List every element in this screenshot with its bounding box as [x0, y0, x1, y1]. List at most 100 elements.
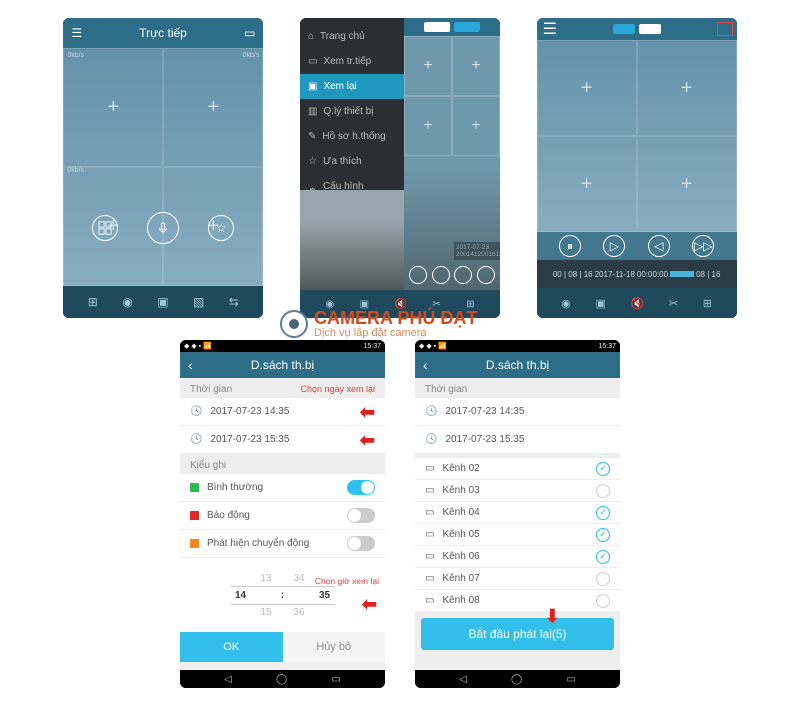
slow-icon[interactable]: ◁: [648, 235, 670, 257]
check-icon[interactable]: ✓: [596, 484, 610, 498]
back-icon[interactable]: ‹: [188, 357, 193, 373]
check-icon[interactable]: ✓: [596, 528, 610, 542]
check-icon[interactable]: ✓: [596, 550, 610, 564]
toggle-normal[interactable]: [347, 480, 375, 495]
volume-icon[interactable]: 🔇: [631, 297, 645, 310]
record-motion-row[interactable]: Phát hiện chuyển động: [180, 530, 385, 558]
grid-cell[interactable]: +: [452, 36, 500, 96]
grid-cell[interactable]: +: [63, 48, 163, 167]
camera-icon[interactable]: ◉: [561, 297, 571, 310]
nav-favorite[interactable]: ☆Ưa thích: [300, 149, 404, 174]
time-from-row[interactable]: 🕓 2017-07-23 14:35 ⬅: [180, 398, 385, 426]
live-grid[interactable]: + + + +: [63, 48, 263, 286]
timeline[interactable]: 2017-07-23 20014120016120018120020000: [454, 242, 500, 260]
layout-icon[interactable]: [92, 215, 118, 241]
grid-icon[interactable]: ⊞: [703, 297, 712, 310]
grid-cell[interactable]: +: [452, 96, 500, 156]
recent-softkey-icon[interactable]: ▭: [331, 674, 340, 685]
nav-label: Trang chủ: [320, 31, 365, 42]
nav-home[interactable]: ⌂Trang chủ: [300, 24, 404, 49]
check-icon[interactable]: ✓: [596, 572, 610, 586]
camera-icon[interactable]: ◉: [122, 295, 132, 309]
time-to-row[interactable]: 🕓 2017-07-23 15:35: [415, 426, 620, 454]
android-navbar: ◁ ◯ ▭: [180, 670, 385, 688]
toggle-motion[interactable]: [347, 536, 375, 551]
check-icon[interactable]: ✓: [596, 594, 610, 608]
time-to-row[interactable]: 🕓 2017-07-23 15:35 ⬅: [180, 426, 385, 454]
cancel-button[interactable]: Hủy bỏ: [283, 632, 386, 662]
grid-cell[interactable]: +: [163, 48, 263, 167]
display-icon[interactable]: ▭: [244, 26, 255, 40]
home-softkey-icon[interactable]: ◯: [276, 674, 287, 685]
record-indicator-icon[interactable]: [717, 22, 733, 36]
right-grid[interactable]: + + + +: [404, 36, 500, 156]
channel-row[interactable]: ▭Kênh 07✓: [415, 568, 620, 590]
play-icon[interactable]: ▷: [603, 235, 625, 257]
grid-cell[interactable]: +: [537, 136, 637, 232]
grid-cell[interactable]: +: [637, 40, 737, 136]
swap-icon[interactable]: ⇆: [229, 295, 239, 309]
back-softkey-icon[interactable]: ◁: [459, 674, 467, 685]
channel-row[interactable]: ▭Kênh 02✓: [415, 458, 620, 480]
channel-row[interactable]: ▭Kênh 05✓: [415, 524, 620, 546]
grid-cell[interactable]: +: [637, 136, 737, 232]
ctrl-icon[interactable]: [454, 266, 472, 284]
channel-row[interactable]: ▭Kênh 03✓: [415, 480, 620, 502]
timeline-segment[interactable]: [670, 271, 694, 277]
check-icon[interactable]: ✓: [596, 462, 610, 476]
menu-icon[interactable]: ☰: [543, 19, 557, 39]
page-header: ‹ D.sách th.bị: [415, 352, 620, 378]
status-time: 15:37: [363, 343, 381, 350]
nav-playback[interactable]: ▣Xem lại: [300, 74, 404, 99]
playback-grid[interactable]: + + + +: [537, 40, 737, 232]
tab-picture[interactable]: [454, 22, 480, 32]
mode-tabs[interactable]: [404, 18, 500, 36]
mic-icon[interactable]: [147, 212, 179, 244]
record-normal-row[interactable]: Bình thường: [180, 474, 385, 502]
time-value: 2017-07-23 14:35: [445, 406, 610, 417]
menu-icon[interactable]: ☰: [71, 26, 82, 40]
home-softkey-icon[interactable]: ◯: [511, 674, 522, 685]
tab-playback[interactable]: [424, 22, 450, 32]
ctrl-icon[interactable]: [477, 266, 495, 284]
channel-label: Kênh 07: [442, 573, 588, 584]
ok-button[interactable]: OK: [180, 632, 283, 662]
nav-profile[interactable]: ✎Hồ sơ h.thống: [300, 124, 404, 149]
recent-softkey-icon[interactable]: ▭: [566, 674, 575, 685]
timeline[interactable]: 00 | 08 | 16 2017-11-18 00:00:00 08 | 16: [537, 260, 737, 288]
picker-row-below: 1536: [260, 607, 304, 618]
start-playback-button[interactable]: Bắt đầu phát lại(5): [421, 618, 614, 650]
nav-devmgr[interactable]: ▥Q.lý thiết bị: [300, 99, 404, 124]
timeline-ticks: 20014120016120018120020000: [456, 251, 500, 258]
picker-row-selected[interactable]: 14:35: [231, 586, 335, 605]
nav-label: Hồ sơ h.thống: [322, 131, 385, 142]
image-icon[interactable]: ▧: [193, 295, 204, 309]
nav-live[interactable]: ▭Xem tr.tiếp: [300, 49, 404, 74]
back-softkey-icon[interactable]: ◁: [224, 674, 232, 685]
fast-icon[interactable]: ▷▷: [692, 235, 714, 257]
tab-picture[interactable]: [639, 24, 661, 34]
channel-row[interactable]: ▭Kênh 06✓: [415, 546, 620, 568]
ctrl-icon[interactable]: [432, 266, 450, 284]
record-alarm-row[interactable]: Báo động: [180, 502, 385, 530]
grid-cell[interactable]: +: [537, 40, 637, 136]
toggle-alarm[interactable]: [347, 508, 375, 523]
tab-playback[interactable]: [613, 24, 635, 34]
carrier-icon: ◆ ◆ ▪ 📶: [419, 342, 447, 350]
channel-row[interactable]: ▭Kênh 04✓: [415, 502, 620, 524]
back-icon[interactable]: ‹: [423, 357, 428, 373]
channel-row[interactable]: ▭Kênh 08✓: [415, 590, 620, 612]
color-swatch-icon: [190, 511, 199, 520]
pause-icon[interactable]: ⏸: [559, 235, 581, 257]
grid-icon[interactable]: ⊞: [88, 295, 98, 309]
grid-cell[interactable]: +: [404, 36, 452, 96]
time-from-row[interactable]: 🕓 2017-07-23 14:35: [415, 398, 620, 426]
ctrl-icon[interactable]: [409, 266, 427, 284]
grid-cell[interactable]: +: [404, 96, 452, 156]
cut-icon[interactable]: ✂: [669, 297, 678, 310]
time-picker[interactable]: Chọn giờ xem lại 1334 14:35 1536 ⬅: [180, 558, 385, 632]
record-icon[interactable]: ▣: [596, 297, 606, 310]
check-icon[interactable]: ✓: [596, 506, 610, 520]
record-icon[interactable]: ▣: [157, 295, 168, 309]
star-icon[interactable]: ☆: [208, 215, 234, 241]
